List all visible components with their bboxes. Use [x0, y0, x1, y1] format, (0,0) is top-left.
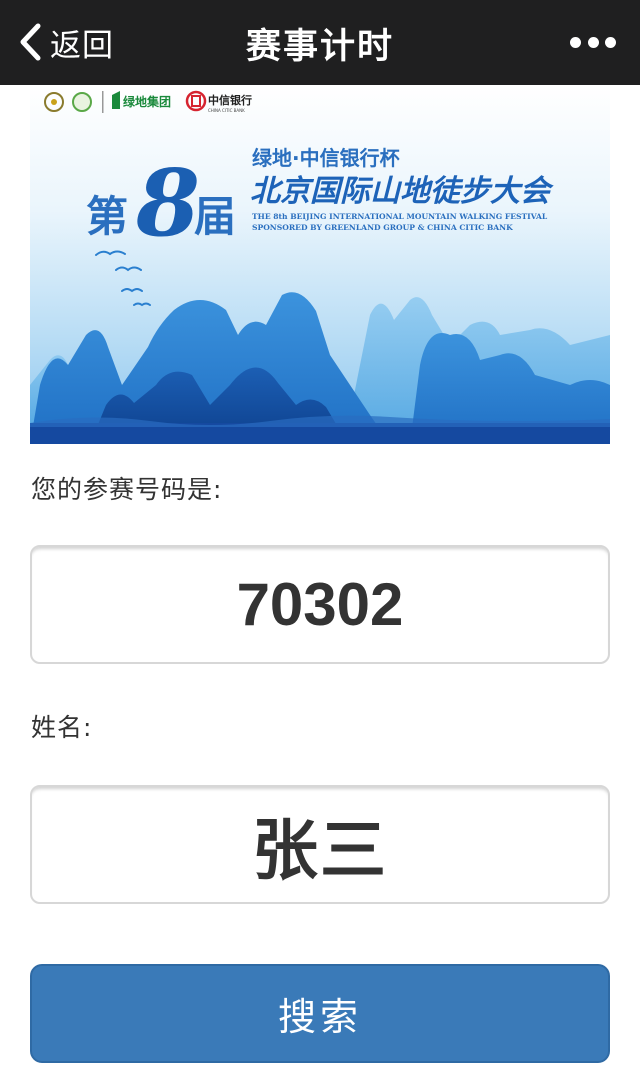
sponsor-citic-en: CHINA CITIC BANK [208, 108, 245, 113]
banner-en-line2: SPONSORED BY GREENLAND GROUP & CHINA CIT… [252, 223, 513, 232]
sponsor-citic-text: 中信银行 [208, 93, 252, 107]
banner-edition-number: 8 [135, 149, 200, 257]
banner-image: 绿地集团 中信银行 CHINA CITIC BANK 第 8 届 绿地·中信银行… [30, 85, 610, 444]
event-banner: 绿地集团 中信银行 CHINA CITIC BANK 第 8 届 绿地·中信银行… [30, 85, 610, 444]
banner-edition-di: 第 [86, 192, 128, 241]
name-label: 姓名: [31, 713, 93, 742]
nav-bar: 返回 赛事计时 [0, 0, 640, 85]
banner-en-line1: THE 8th BEIJING INTERNATIONAL MOUNTAIN W… [252, 212, 548, 221]
search-button[interactable]: 搜索 [30, 964, 610, 1063]
more-menu-button[interactable] [570, 33, 616, 51]
bib-number-value: 70302 [236, 571, 404, 638]
banner-edition-jie: 届 [194, 192, 236, 241]
name-field[interactable]: 张三 [30, 785, 610, 904]
bib-number-field[interactable]: 70302 [30, 545, 610, 664]
more-dot-icon [605, 36, 616, 48]
more-dot-icon [570, 36, 581, 48]
name-value: 张三 [252, 811, 388, 889]
more-dot-icon [587, 36, 599, 48]
sponsor-greenland-text: 绿地集团 [123, 94, 171, 109]
bib-number-label: 您的参赛号码是: [31, 475, 223, 504]
page-title: 赛事计时 [245, 27, 394, 67]
banner-cup-name: 绿地·中信银行杯 [252, 146, 400, 170]
banner-event-name: 北京国际山地徒步大会 [250, 174, 554, 209]
